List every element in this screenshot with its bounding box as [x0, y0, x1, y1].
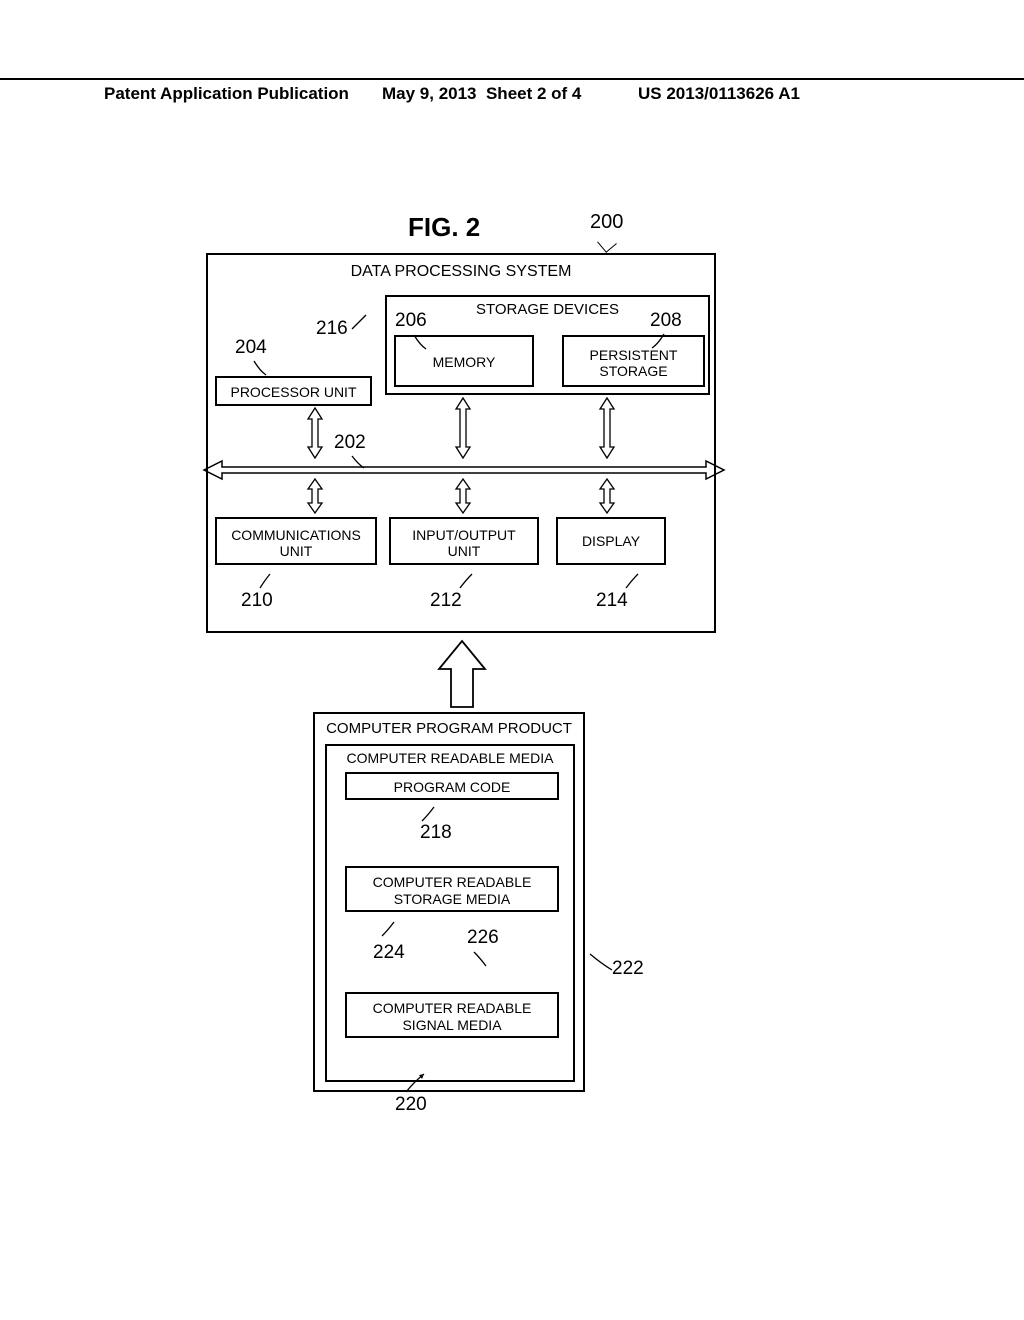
leader-icon	[624, 572, 642, 590]
computer-readable-media-box: COMPUTER READABLE MEDIA PROGRAM CODE COM…	[325, 744, 575, 1082]
ref-202: 202	[334, 432, 366, 454]
io-line1: INPUT/OUTPUT	[412, 527, 515, 543]
double-arrow-icon	[455, 479, 471, 513]
signal-media-l1: COMPUTER READABLE	[373, 1000, 532, 1016]
storage-media-l1: COMPUTER READABLE	[373, 874, 532, 890]
program-code-box: PROGRAM CODE	[345, 772, 559, 800]
ref-206: 206	[395, 310, 427, 332]
persistent-storage-box: PERSISTENT STORAGE	[562, 335, 705, 387]
double-arrow-icon	[307, 408, 323, 458]
page-header: Patent Application Publication May 9, 20…	[0, 78, 1024, 84]
leader-icon	[252, 359, 270, 377]
figure-title: FIG. 2	[408, 212, 480, 243]
leader-icon	[350, 313, 368, 331]
ref-222: 222	[612, 958, 644, 980]
ref-224: 224	[373, 942, 405, 964]
ref-212: 212	[430, 590, 462, 612]
data-processing-system-title: DATA PROCESSING SYSTEM	[208, 263, 714, 281]
storage-media-l2: STORAGE MEDIA	[394, 891, 510, 907]
computer-program-product-box: COMPUTER PROGRAM PRODUCT COMPUTER READAB…	[313, 712, 585, 1092]
leader-icon	[404, 1072, 426, 1094]
ref-204: 204	[235, 337, 267, 359]
ref-216: 216	[316, 318, 348, 340]
ref-208: 208	[650, 310, 682, 332]
signal-media-l2: SIGNAL MEDIA	[402, 1017, 501, 1033]
header-sheet: Sheet 2 of 4	[486, 84, 581, 103]
ref-200: 200	[590, 211, 623, 234]
product-title: COMPUTER PROGRAM PRODUCT	[315, 720, 583, 737]
processor-unit-box: PROCESSOR UNIT	[215, 376, 372, 406]
header-date-sheet: May 9, 2013 Sheet 2 of 4	[382, 84, 581, 104]
io-unit-box: INPUT/OUTPUT UNIT	[389, 517, 539, 565]
ref-220: 220	[395, 1094, 427, 1116]
header-pubno: US 2013/0113626 A1	[638, 84, 800, 104]
leader-icon	[418, 805, 436, 823]
comm-line1: COMMUNICATIONS	[231, 527, 361, 543]
double-arrow-icon	[599, 398, 615, 458]
media-title: COMPUTER READABLE MEDIA	[327, 750, 573, 766]
storage-media-box: COMPUTER READABLE STORAGE MEDIA	[345, 866, 559, 912]
leader-200-icon	[597, 233, 617, 253]
double-arrow-icon	[307, 479, 323, 513]
io-line2: UNIT	[448, 543, 481, 559]
ref-214: 214	[596, 590, 628, 612]
display-box: DISPLAY	[556, 517, 666, 565]
leader-icon	[412, 333, 430, 351]
persistent-line2: STORAGE	[599, 363, 667, 379]
leader-icon	[350, 454, 368, 472]
bus-arrow-icon	[204, 460, 724, 480]
header-date: May 9, 2013	[382, 84, 477, 103]
double-arrow-icon	[599, 479, 615, 513]
ref-226: 226	[467, 927, 499, 949]
communications-unit-box: COMMUNICATIONS UNIT	[215, 517, 377, 565]
leader-icon	[648, 332, 666, 350]
double-arrow-icon	[455, 398, 471, 458]
leader-icon	[256, 572, 274, 590]
leader-icon	[458, 572, 476, 590]
leader-icon	[590, 950, 614, 974]
leader-icon	[470, 950, 488, 968]
leader-icon	[378, 920, 396, 938]
comm-line2: UNIT	[280, 543, 313, 559]
header-publication: Patent Application Publication	[104, 84, 349, 104]
open-arrow-icon	[439, 641, 485, 707]
ref-218: 218	[420, 822, 452, 844]
signal-media-box: COMPUTER READABLE SIGNAL MEDIA	[345, 992, 559, 1038]
ref-210: 210	[241, 590, 273, 612]
